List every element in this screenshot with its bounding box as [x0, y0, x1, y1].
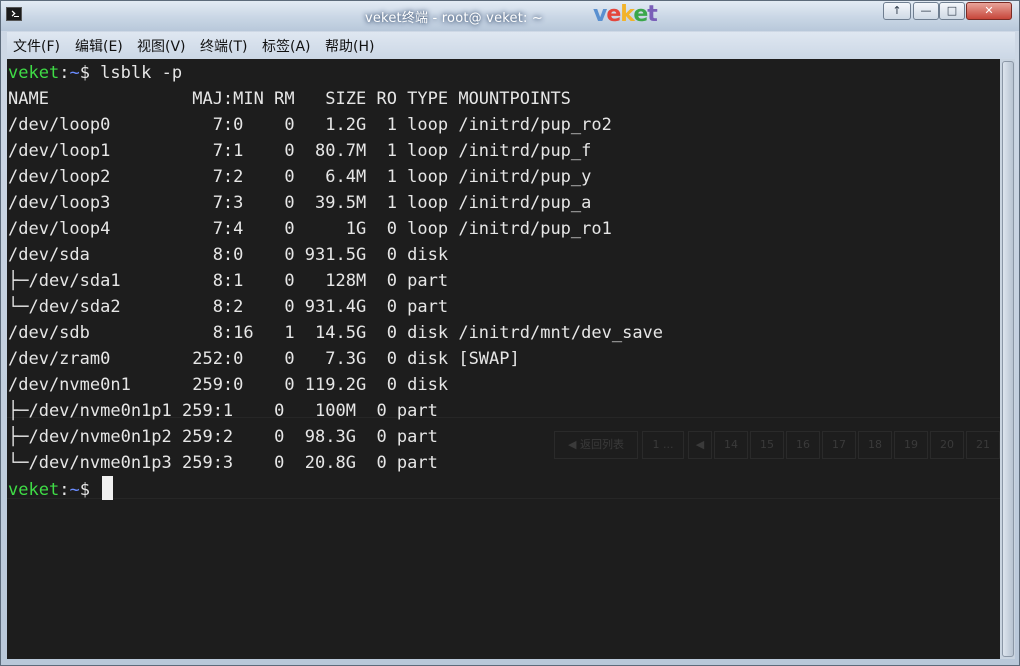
terminal-window: veket终端 - root@ veket: ~ veket ↑ — □ ✕ 文…: [0, 0, 1020, 666]
minimize-button[interactable]: —: [913, 2, 939, 20]
output-line: /dev/sda 8:0 0 931.5G 0 disk: [8, 245, 449, 265]
ghost-pager-item: 21: [966, 431, 1000, 459]
prompt-dir: ~: [69, 63, 80, 83]
output-line: ├─/dev/nvme0n1p1 259:1 0 100M 0 part: [8, 401, 438, 421]
menu-bar: 文件(F) 编辑(E) 视图(V) 终端(T) 标签(A) 帮助(H): [7, 32, 1015, 58]
logo-letter: e: [633, 2, 648, 27]
prompt-symbol: $: [79, 63, 101, 83]
output-line: /dev/zram0 252:0 0 7.3G 0 disk [SWAP]: [8, 349, 520, 369]
output-line: /dev/nvme0n1 259:0 0 119.2G 0 disk: [8, 375, 449, 395]
output-line: /dev/loop3 7:3 0 39.5M 1 loop /initrd/pu…: [8, 193, 592, 213]
output-line: ├─/dev/sda1 8:1 0 128M 0 part: [8, 271, 449, 291]
logo-letter: e: [606, 2, 621, 27]
command-line: veket:~$ lsblk -p: [8, 62, 182, 84]
logo-letter: t: [647, 2, 657, 27]
roll-up-button[interactable]: ↑: [883, 2, 911, 20]
prompt-user: veket: [8, 63, 60, 83]
prompt-user: veket: [8, 480, 60, 500]
ghost-pager-item: 17: [822, 431, 856, 459]
output-line: /dev/sdb 8:16 1 14.5G 0 disk /initrd/mnt…: [8, 323, 664, 343]
ghost-pager-item: 16: [786, 431, 820, 459]
scrollbar-thumb[interactable]: [1002, 61, 1014, 657]
prompt-line[interactable]: veket:~$: [8, 476, 114, 500]
output-line: ├─/dev/nvme0n1p2 259:2 0 98.3G 0 part: [8, 427, 438, 447]
prompt-separator: :: [59, 63, 70, 83]
output-line: /dev/loop2 7:2 0 6.4M 1 loop /initrd/pup…: [8, 167, 592, 187]
menu-view[interactable]: 视图(V): [137, 36, 186, 56]
output-header: NAME MAJ:MIN RM SIZE RO TYPE MOUNTPOINTS: [8, 89, 571, 109]
maximize-button[interactable]: □: [939, 2, 965, 20]
command-text: lsblk -p: [100, 63, 183, 83]
ghost-pager-item: 15: [750, 431, 784, 459]
menu-edit[interactable]: 编辑(E): [75, 36, 123, 56]
text-cursor: [102, 476, 114, 500]
menu-file[interactable]: 文件(F): [13, 36, 60, 56]
output-line: └─/dev/nvme0n1p3 259:3 0 20.8G 0 part: [8, 453, 438, 473]
close-button[interactable]: ✕: [966, 2, 1012, 20]
ghost-pager-item: 20: [930, 431, 964, 459]
prompt-dir: ~: [69, 480, 80, 500]
ghost-pager-item: 18: [858, 431, 892, 459]
prompt-separator: :: [59, 480, 70, 500]
ghost-pager-item: ◀ 返回列表: [554, 431, 638, 459]
veket-logo: veket: [593, 2, 658, 27]
menu-terminal[interactable]: 终端(T): [200, 36, 247, 56]
output-line: └─/dev/sda2 8:2 0 931.4G 0 part: [8, 297, 449, 317]
vertical-scrollbar[interactable]: [1000, 59, 1015, 659]
ghost-pager-item: 1 ...: [642, 431, 684, 459]
menu-help[interactable]: 帮助(H): [325, 36, 374, 56]
window-title: veket终端 - root@ veket: ~: [364, 11, 544, 26]
prompt-symbol: $: [79, 480, 101, 500]
ghost-pager-item: ◀: [688, 431, 712, 459]
ghost-pager-item: 14: [714, 431, 748, 459]
logo-letter: k: [620, 2, 634, 27]
logo-letter: v: [593, 2, 607, 27]
terminal-output[interactable]: ◀ 返回列表 1 ... ◀ 14 15 16 17 18 19 20 21 v…: [7, 59, 1000, 659]
output-line: /dev/loop4 7:4 0 1G 0 loop /initrd/pup_r…: [8, 219, 612, 239]
output-line: /dev/loop0 7:0 0 1.2G 1 loop /initrd/pup…: [8, 115, 612, 135]
ghost-pager-item: 19: [894, 431, 928, 459]
output-line: /dev/loop1 7:1 0 80.7M 1 loop /initrd/pu…: [8, 141, 592, 161]
menu-tabs[interactable]: 标签(A): [262, 36, 311, 56]
title-bar[interactable]: veket终端 - root@ veket: ~ veket ↑ — □ ✕: [1, 1, 1019, 31]
